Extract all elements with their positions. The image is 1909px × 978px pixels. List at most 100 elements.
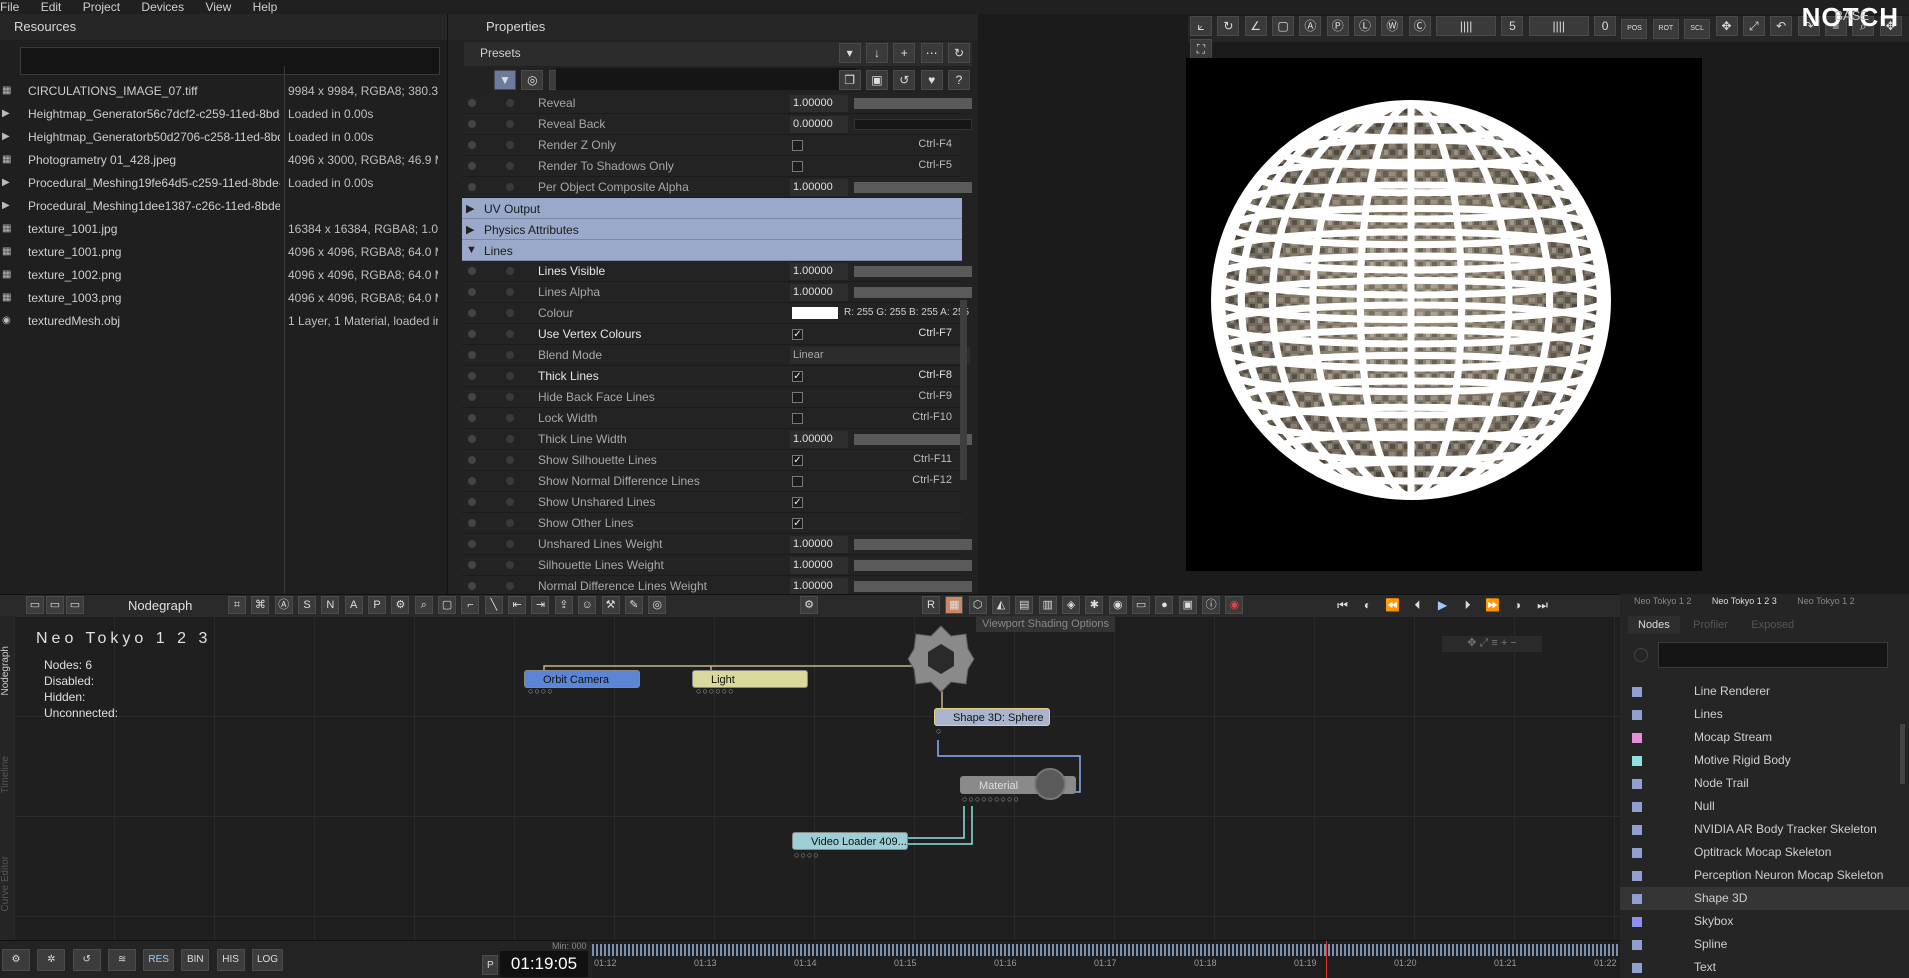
- node-video-loader[interactable]: Video Loader 409...: [792, 832, 908, 850]
- layer-toggles-2-icon[interactable]: ||||: [1528, 16, 1589, 36]
- scene-tab-1[interactable]: Neo Tokyo 1 2: [1634, 596, 1691, 606]
- undo-view-icon[interactable]: ↶: [1770, 16, 1793, 36]
- resource-row[interactable]: ▦ texture_1001.jpg 16384 x 16384, RGBA8; 1…: [0, 218, 440, 241]
- scene-tab-2[interactable]: Neo Tokyo 1 2 3: [1712, 596, 1777, 606]
- keyframe-dot-icon[interactable]: [506, 99, 514, 107]
- keyframe-dot-icon[interactable]: [506, 519, 514, 527]
- nodegraph-view-controls[interactable]: ✥ ⤢ ≡ + −: [1442, 636, 1542, 652]
- property-slider[interactable]: [854, 560, 972, 571]
- bin-button[interactable]: BIN: [181, 949, 210, 971]
- target-icon[interactable]: ◎: [521, 70, 544, 90]
- person-icon[interactable]: ☺: [578, 596, 597, 614]
- expose-dot-icon[interactable]: [468, 540, 476, 548]
- wrench-icon[interactable]: ⚒: [601, 596, 620, 614]
- viewport-canvas[interactable]: [1186, 58, 1702, 571]
- property-checkbox[interactable]: ✓: [792, 518, 803, 529]
- side-tab-curve-editor[interactable]: Curve Editor: [0, 856, 11, 912]
- subtab-profiler[interactable]: Profiler: [1683, 616, 1738, 634]
- nodes-scrollbar[interactable]: [1900, 724, 1905, 784]
- node-type-item[interactable]: Null: [1620, 795, 1909, 818]
- property-checkbox[interactable]: [792, 140, 803, 151]
- node-shape-3d-sphere[interactable]: Shape 3D: Sphere: [934, 708, 1050, 726]
- property-checkbox[interactable]: ✓: [792, 329, 803, 340]
- property-value-field[interactable]: 1.00000: [790, 284, 848, 301]
- menu-devices[interactable]: Devices: [141, 1, 184, 13]
- presets-dropdown-icon[interactable]: ▾: [838, 43, 861, 63]
- resource-row[interactable]: ▶ Procedural_Meshing1dee1387-c26c-11ed-8b…: [0, 195, 440, 218]
- property-slider[interactable]: [854, 434, 972, 445]
- resource-row[interactable]: ▦ texture_1003.png 4096 x 4096, RGBA8; 64.…: [0, 287, 440, 310]
- colour-swatch[interactable]: [792, 307, 838, 319]
- expose-dot-icon[interactable]: [468, 561, 476, 569]
- keyframe-dot-icon[interactable]: [506, 435, 514, 443]
- blend-mode-select[interactable]: Linear▾: [790, 347, 970, 364]
- expose-dot-icon[interactable]: [468, 519, 476, 527]
- ak-icon[interactable]: Ⓐ: [1299, 16, 1322, 36]
- playhead[interactable]: [1326, 941, 1327, 978]
- waveform-icon[interactable]: ≋: [108, 949, 137, 971]
- layout-3-icon[interactable]: ▭: [66, 596, 84, 614]
- side-tab-timeline[interactable]: Timeline: [0, 756, 11, 793]
- prev-key-icon[interactable]: ◐: [1355, 596, 1380, 614]
- subtab-nodes[interactable]: Nodes: [1628, 616, 1680, 634]
- property-checkbox[interactable]: ✓: [792, 455, 803, 466]
- property-slider[interactable]: [854, 581, 972, 592]
- angle-icon[interactable]: ∠: [1244, 16, 1267, 36]
- p-icon[interactable]: Ⓟ: [1326, 16, 1349, 36]
- node-type-item[interactable]: NVIDIA AR Body Tracker Skeleton: [1620, 818, 1909, 841]
- c-icon[interactable]: Ⓒ: [1408, 16, 1431, 36]
- node-type-item[interactable]: Node Trail: [1620, 772, 1909, 795]
- expose-dot-icon[interactable]: [468, 477, 476, 485]
- refresh-icon[interactable]: ↻: [948, 43, 970, 63]
- node-type-item[interactable]: Line Renderer: [1620, 680, 1909, 703]
- res-icon[interactable]: R: [922, 596, 940, 614]
- side-tab-nodegraph[interactable]: Nodegraph: [0, 646, 11, 695]
- ak-toggle-icon[interactable]: Ⓐ: [274, 596, 293, 614]
- property-slider[interactable]: [854, 119, 972, 130]
- property-checkbox[interactable]: ✓: [792, 497, 803, 508]
- expose-dot-icon[interactable]: [468, 99, 476, 107]
- expose-dot-icon[interactable]: [468, 330, 476, 338]
- property-value-field[interactable]: 1.00000: [790, 179, 848, 196]
- expose-dot-icon[interactable]: [468, 582, 476, 590]
- property-value-field[interactable]: 1.00000: [790, 578, 848, 595]
- res-button[interactable]: RES: [143, 949, 174, 971]
- node-type-item[interactable]: Mocap Stream: [1620, 726, 1909, 749]
- property-slider[interactable]: [854, 266, 972, 277]
- toolbar-number[interactable]: 5: [1501, 16, 1524, 36]
- root-node-icon[interactable]: [906, 624, 976, 694]
- node-type-item[interactable]: Perception Neuron Mocap Skeleton: [1620, 864, 1909, 887]
- node-type-item[interactable]: Motive Rigid Body: [1620, 749, 1909, 772]
- expose-dot-icon[interactable]: [468, 372, 476, 380]
- grid-icon[interactable]: ⌗: [228, 596, 246, 614]
- wire-icon[interactable]: ⌐: [461, 596, 480, 614]
- property-slider[interactable]: [854, 287, 972, 298]
- keyframe-dot-icon[interactable]: [506, 477, 514, 485]
- property-checkbox[interactable]: [792, 476, 803, 487]
- property-slider[interactable]: [854, 182, 972, 193]
- play-icon[interactable]: ▶: [1430, 596, 1455, 614]
- keyframe-dot-icon[interactable]: [506, 120, 514, 128]
- expose-dot-icon[interactable]: [468, 162, 476, 170]
- resource-row[interactable]: ▶ Procedural_Meshing19fe64d5-c259-11ed-8b…: [0, 172, 440, 195]
- nodes-search-input[interactable]: [1658, 642, 1888, 668]
- node-type-item[interactable]: Text: [1620, 956, 1909, 978]
- tools-icon[interactable]: ✎: [624, 596, 643, 614]
- expose-dot-icon[interactable]: [468, 414, 476, 422]
- snap-n[interactable]: N: [321, 596, 340, 614]
- node-type-item[interactable]: Shape 3D: [1620, 887, 1909, 910]
- menu-project[interactable]: Project: [83, 1, 120, 13]
- wire-2-icon[interactable]: ╲: [484, 596, 503, 614]
- filter-icon[interactable]: ▼: [494, 70, 516, 90]
- keyframe-dot-icon[interactable]: [506, 288, 514, 296]
- rotate-icon[interactable]: ↻: [1217, 16, 1240, 36]
- pos-toggle[interactable]: POS: [1621, 19, 1648, 39]
- search-icon[interactable]: ⌕: [414, 596, 433, 614]
- scene-tab-3[interactable]: Neo Tokyo 1 2: [1797, 596, 1854, 606]
- favourite-icon[interactable]: ♥: [920, 70, 943, 90]
- record-icon[interactable]: ◉: [1225, 596, 1244, 614]
- keyframe-dot-icon[interactable]: [506, 162, 514, 170]
- property-value-field[interactable]: 1.00000: [790, 95, 848, 112]
- expose-dot-icon[interactable]: [468, 120, 476, 128]
- expose-dot-icon[interactable]: [468, 393, 476, 401]
